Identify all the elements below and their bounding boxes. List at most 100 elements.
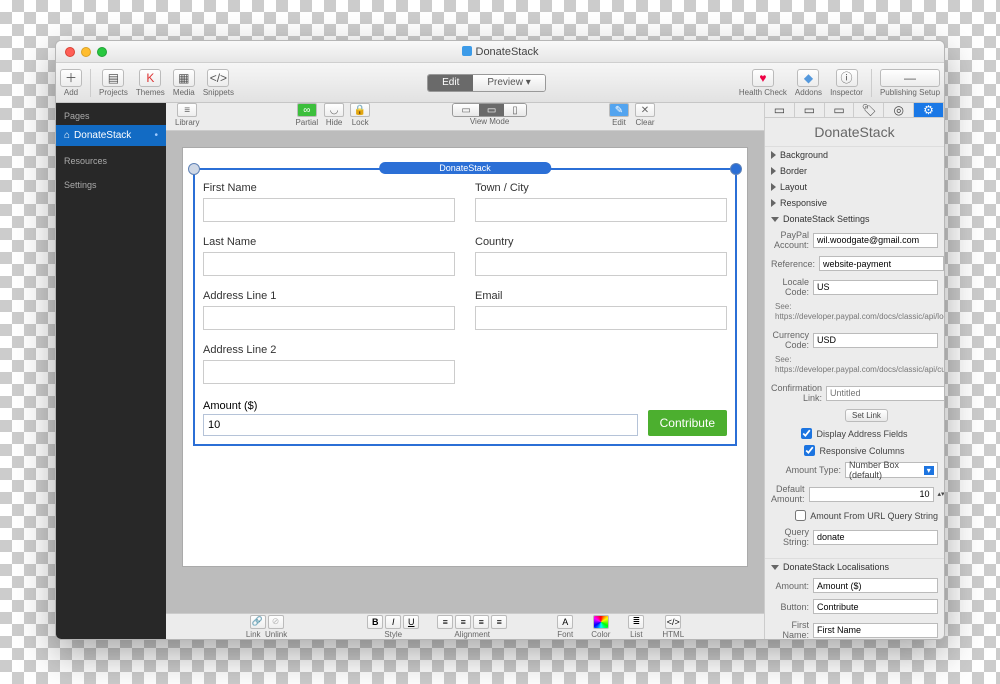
preview-mode-button[interactable]: Preview ▾ [473, 75, 544, 91]
hide-button[interactable]: ◡Hide [324, 103, 344, 127]
town-input[interactable] [475, 198, 727, 222]
publishing-setup-button[interactable]: —Publishing Setup [880, 69, 940, 97]
currency-label: Currency Code: [771, 330, 809, 350]
donatestack-stack[interactable]: DonateStack First Name Last Name Address… [193, 168, 737, 446]
set-link-button[interactable]: Set Link [845, 409, 888, 422]
edit-mode-button[interactable]: Edit [428, 75, 473, 91]
email-input[interactable] [475, 306, 727, 330]
sidebar-resources[interactable]: Resources [56, 152, 166, 170]
snippets-button[interactable]: </>Snippets [203, 69, 234, 97]
list-button[interactable]: ≣ [628, 615, 644, 629]
pages-sidebar: Pages ⌂ DonateStack • Resources Settings [56, 103, 166, 639]
inspector-tab-5[interactable]: ◎ [884, 103, 914, 117]
section-settings[interactable]: DonateStack Settings [765, 211, 944, 227]
library-button[interactable]: ≡Library [175, 103, 199, 127]
bold-button[interactable]: B [367, 615, 383, 629]
default-amount-label: Default Amount: [771, 484, 805, 504]
sidebar-settings[interactable]: Settings [56, 176, 166, 194]
display-address-checkbox[interactable]: Display Address Fields [801, 428, 907, 439]
underline-button[interactable]: U [403, 615, 419, 629]
editor-subbar: ≡Library ∞Partial ◡Hide 🔒Lock ▭ ▭ ▯ View… [166, 103, 764, 131]
town-label: Town / City [475, 182, 529, 194]
close-window-button[interactable] [65, 47, 75, 57]
loc-amount-label: Amount: [771, 581, 809, 591]
add-button[interactable]: ＋Add [60, 69, 82, 97]
inspector-button[interactable]: ⓘInspector [830, 69, 863, 97]
inspector-tab-2[interactable]: ▭ [795, 103, 825, 117]
page-canvas[interactable]: DonateStack First Name Last Name Address… [182, 147, 748, 567]
font-button[interactable]: A [557, 615, 573, 629]
sidebar-page-donatestack[interactable]: ⌂ DonateStack • [56, 125, 166, 146]
currency-input[interactable] [813, 333, 938, 348]
country-label: Country [475, 236, 514, 248]
loc-amount-input[interactable] [813, 578, 938, 593]
country-input[interactable] [475, 252, 727, 276]
first-name-input[interactable] [203, 198, 455, 222]
stack-handle-right[interactable] [730, 163, 742, 175]
amount-from-url-checkbox[interactable]: Amount From URL Query String [795, 510, 938, 521]
amount-type-select[interactable]: Number Box (default)▾ [845, 462, 938, 478]
italic-button[interactable]: I [385, 615, 401, 629]
align-right-button[interactable]: ≡ [473, 615, 489, 629]
last-name-input[interactable] [203, 252, 455, 276]
amount-type-label: Amount Type: [771, 465, 841, 475]
query-string-input[interactable] [813, 530, 938, 545]
loc-button-input[interactable] [813, 599, 938, 614]
zoom-window-button[interactable] [97, 47, 107, 57]
responsive-columns-checkbox[interactable]: Responsive Columns [804, 445, 904, 456]
inspector-tab-3[interactable]: ▭ [825, 103, 855, 117]
address1-label: Address Line 1 [203, 290, 276, 302]
titlebar: DonateStack [56, 41, 944, 63]
section-border[interactable]: Border [765, 163, 944, 179]
email-label: Email [475, 290, 503, 302]
minimize-window-button[interactable] [81, 47, 91, 57]
clear-button[interactable]: ✕Clear [635, 103, 655, 127]
stack-handle-left[interactable] [188, 163, 200, 175]
loc-firstname-input[interactable] [813, 623, 938, 638]
section-localisations[interactable]: DonateStack Localisations [765, 559, 944, 575]
addons-button[interactable]: ◆Addons [795, 69, 822, 97]
lock-button[interactable]: 🔒Lock [350, 103, 370, 127]
inspector-tab-6[interactable]: ⚙ [914, 103, 944, 117]
partial-button[interactable]: ∞Partial [295, 103, 318, 127]
link-button[interactable]: 🔗 [250, 615, 266, 629]
inspector-tab-4[interactable]: 🏷 [854, 103, 884, 117]
paypal-input[interactable] [813, 233, 938, 248]
projects-button[interactable]: ▤Projects [99, 69, 128, 97]
align-center-button[interactable]: ≡ [455, 615, 471, 629]
contribute-button[interactable]: Contribute [648, 410, 727, 436]
color-button[interactable] [593, 615, 609, 629]
inspector-tab-1[interactable]: ▭ [765, 103, 795, 117]
locale-note: See: https://developer.paypal.com/docs/c… [765, 300, 944, 327]
section-layout[interactable]: Layout [765, 179, 944, 195]
mode-segment: Edit Preview ▾ [427, 74, 546, 92]
locale-label: Locale Code: [771, 277, 809, 297]
media-button[interactable]: ▦Media [173, 69, 195, 97]
edit-button[interactable]: ✎Edit [609, 103, 629, 127]
address1-input[interactable] [203, 306, 455, 330]
amount-input[interactable] [203, 414, 638, 436]
confirm-input[interactable] [826, 386, 944, 401]
align-left-button[interactable]: ≡ [437, 615, 453, 629]
address2-label: Address Line 2 [203, 344, 276, 356]
default-amount-input[interactable] [809, 487, 934, 502]
home-icon: ⌂ [64, 130, 70, 141]
viewmode-phone[interactable]: ▯ [504, 104, 526, 116]
currency-note: See: https://developer.paypal.com/docs/c… [765, 353, 944, 380]
health-check-button[interactable]: ♥Health Check [739, 69, 787, 97]
address2-input[interactable] [203, 360, 455, 384]
themes-button[interactable]: KThemes [136, 69, 165, 97]
viewmode-segment: ▭ ▭ ▯ View Mode [452, 103, 526, 126]
unlink-button[interactable]: ⊘ [268, 615, 284, 629]
html-button[interactable]: </> [665, 615, 681, 629]
viewmode-desktop[interactable]: ▭ [453, 104, 478, 116]
viewmode-tablet[interactable]: ▭ [479, 104, 504, 116]
section-responsive[interactable]: Responsive [765, 195, 944, 211]
section-background[interactable]: Background [765, 147, 944, 163]
locale-input[interactable] [813, 280, 938, 295]
canvas-scroll[interactable]: DonateStack First Name Last Name Address… [166, 131, 764, 613]
reference-input[interactable] [819, 256, 944, 271]
page-modified-dot: • [154, 130, 158, 141]
align-justify-button[interactable]: ≡ [491, 615, 507, 629]
traffic-lights [56, 47, 107, 57]
